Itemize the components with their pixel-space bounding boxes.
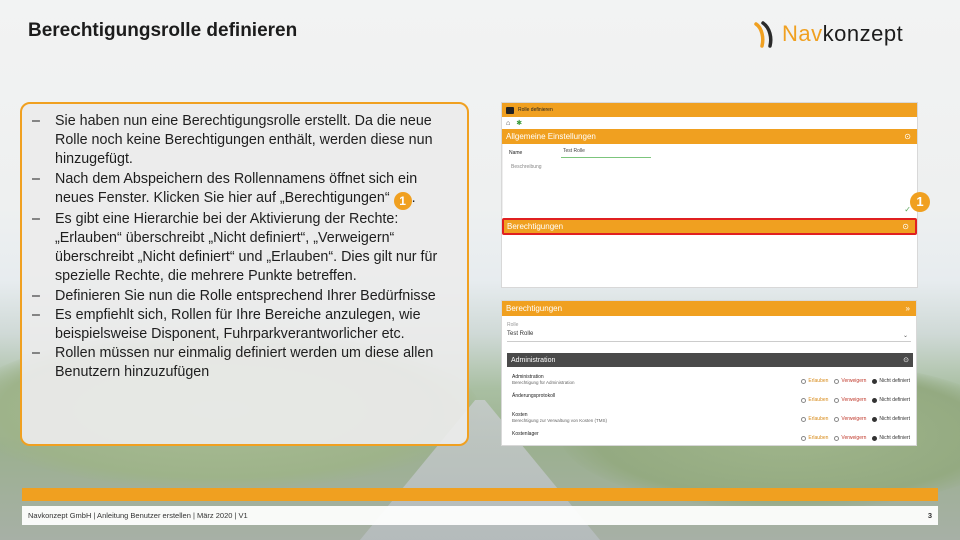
settings-icon[interactable]: ✱ xyxy=(516,119,522,127)
radio-deny[interactable]: Verweigern xyxy=(834,416,866,422)
collapse-icon[interactable]: ⊙ xyxy=(904,132,911,141)
group-administration[interactable]: Administration ⊙ xyxy=(507,353,913,367)
step-badge-marker: 1 xyxy=(910,192,930,212)
expand-icon[interactable]: ⊙ xyxy=(902,222,909,231)
permissions-header[interactable]: Berechtigungen » xyxy=(502,301,916,316)
name-label: Name xyxy=(509,150,523,156)
description-field[interactable]: Beschreibung xyxy=(511,164,542,170)
collapse-icon[interactable]: ⊙ xyxy=(903,356,909,364)
permission-row: Kosten Berechtigung zur Verwaltung von K… xyxy=(512,412,910,423)
screenshot-role-definition: Rolle definieren ⌂ ✱ Allgemeine Einstell… xyxy=(501,102,918,288)
radio-undefined[interactable]: Nicht definiert xyxy=(872,378,910,384)
navkonzept-logo: Navkonzept xyxy=(752,18,942,50)
radio-undefined[interactable]: Nicht definiert xyxy=(872,397,910,403)
app-title-bar: Rolle definieren xyxy=(502,103,917,117)
radio-undefined[interactable]: Nicht definiert xyxy=(872,416,910,422)
radio-deny[interactable]: Verweigern xyxy=(834,397,866,403)
permission-row: Kostenlager Erlauben Verweigern Nicht de… xyxy=(512,431,910,441)
logo-mark-icon xyxy=(754,21,773,48)
role-label: Rolle xyxy=(507,322,519,328)
chevron-down-icon[interactable]: ⌄ xyxy=(903,332,908,339)
permissions-section-button[interactable]: Berechtigungen ⊙ xyxy=(502,218,917,235)
bullet-item: – Es gibt eine Hierarchie bei der Aktivie… xyxy=(32,210,438,285)
permission-row: Administration Berechtigung für Administ… xyxy=(512,374,910,385)
radio-allow[interactable]: Erlauben xyxy=(801,435,828,441)
bullet-item: – Es empfiehlt sich, Rollen für Ihre Bere… xyxy=(32,306,421,343)
slide: Berechtigungsrolle definieren Navkonzept… xyxy=(0,0,960,540)
radio-deny[interactable]: Verweigern xyxy=(834,378,866,384)
page-number: 3 xyxy=(927,511,932,520)
slide-title: Berechtigungsrolle definieren xyxy=(28,20,298,41)
role-underline xyxy=(507,341,911,342)
permission-row: Änderungsprotokoll Erlauben Verweigern N… xyxy=(512,393,910,403)
radio-allow[interactable]: Erlauben xyxy=(801,397,828,403)
home-icon[interactable]: ⌂ xyxy=(506,120,510,127)
footer-text: Navkonzept GmbH | Anleitung Benutzer ers… xyxy=(28,511,248,520)
bullet-item: – Nach dem Abspeichern des Rollennamens ö… xyxy=(32,170,418,210)
check-icon[interactable]: ✓ xyxy=(904,205,911,214)
instruction-box: – Sie haben nun eine Berechtigungsrolle e… xyxy=(20,102,469,446)
general-settings-body: Name Test Rolle Beschreibung ✓ xyxy=(502,144,917,216)
lock-icon xyxy=(506,106,514,114)
logo-text: Navkonzept xyxy=(782,21,904,46)
name-input[interactable]: Test Rolle xyxy=(561,148,651,158)
role-select[interactable]: Test Rolle xyxy=(507,331,533,337)
app-nav-bar: ⌂ ✱ xyxy=(502,117,917,129)
radio-undefined[interactable]: Nicht definiert xyxy=(872,435,910,441)
bullet-item: – Rollen müssen nur einmalig definiert we… xyxy=(32,345,434,381)
screenshot-permissions: Berechtigungen » Rolle Test Rolle ⌄ Admi… xyxy=(501,300,917,446)
expand-icon[interactable]: » xyxy=(906,304,910,313)
bullet-item: – Sie haben nun eine Berechtigungsrolle e… xyxy=(32,113,433,168)
footer: Navkonzept GmbH | Anleitung Benutzer ers… xyxy=(22,506,938,525)
radio-allow[interactable]: Erlauben xyxy=(801,416,828,422)
footer-accent-bar xyxy=(22,488,938,501)
step-badge: 1 xyxy=(393,191,412,210)
section-general-settings[interactable]: Allgemeine Einstellungen ⊙ xyxy=(502,129,917,144)
radio-allow[interactable]: Erlauben xyxy=(801,378,828,384)
radio-deny[interactable]: Verweigern xyxy=(834,435,866,441)
bullet-item: – Definieren Sie nun die Rolle entspreche… xyxy=(32,287,436,304)
